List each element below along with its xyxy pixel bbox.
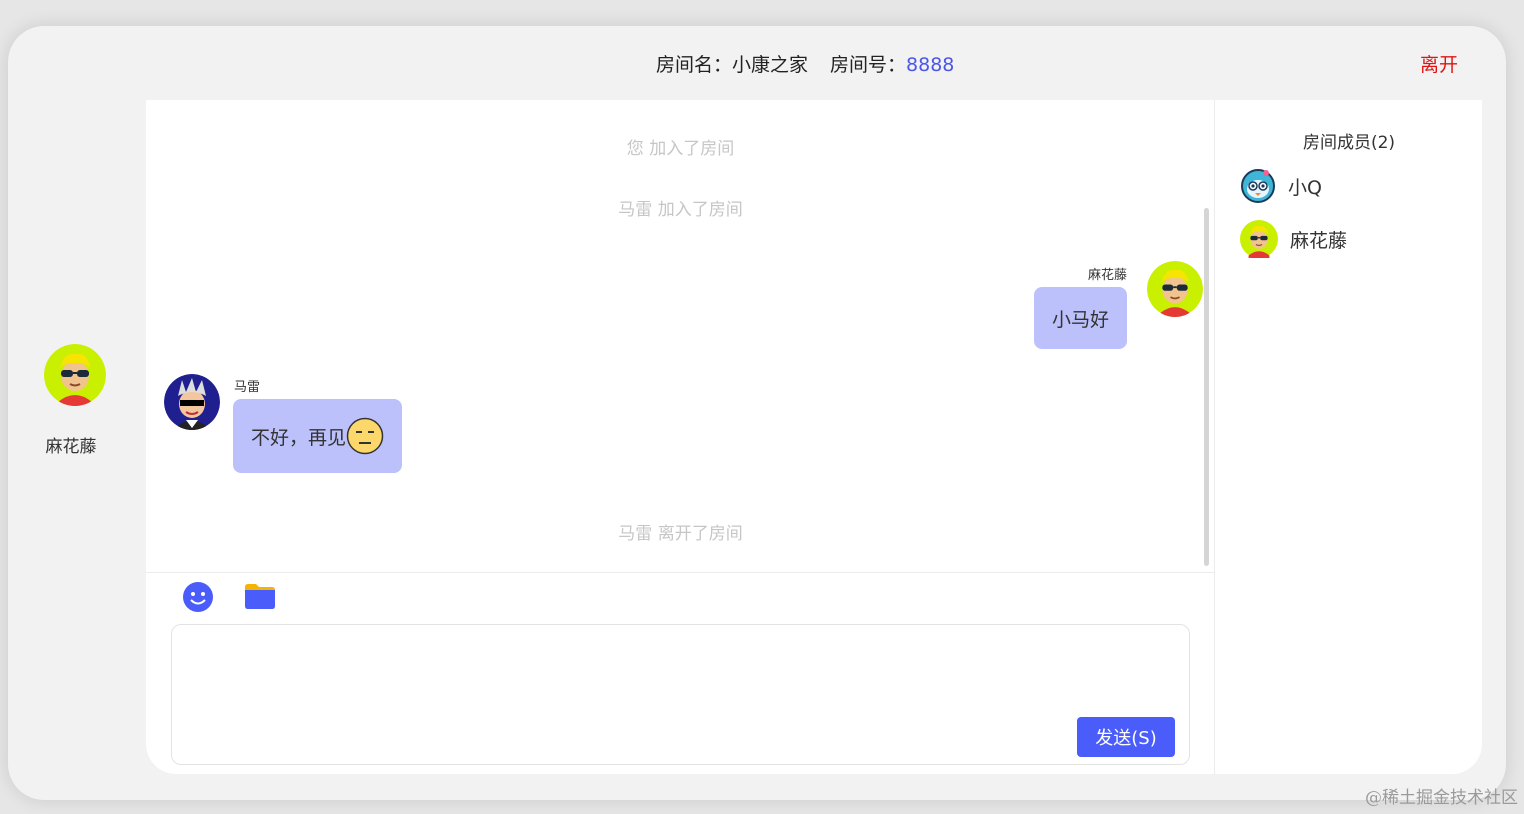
scrollbar[interactable] — [1204, 208, 1209, 566]
message-input[interactable]: 发送(S) — [171, 624, 1190, 765]
outgoing-sender-name: 麻花藤 — [1087, 268, 1127, 283]
glasses-boy-avatar-icon[interactable] — [44, 344, 106, 406]
member-name: 麻花藤 — [1290, 229, 1348, 252]
expressionless-emoji-icon — [346, 417, 384, 455]
chat-window: 房间名：小康之家 房间号：8888 离开 麻花藤 您 加入了房间 马雷 加入了房间 — [8, 26, 1506, 800]
room-name: 小康之家 — [732, 54, 809, 76]
member-sidebar: 房间成员(2) 小Q 麻花藤 — [1216, 100, 1482, 774]
folder-icon[interactable] — [244, 581, 276, 615]
self-profile: 麻花藤 — [44, 344, 108, 457]
robot-bird-avatar-icon — [1241, 169, 1275, 203]
members-title: 房间成员(2) — [1302, 133, 1396, 153]
system-message: 马雷 加入了房间 — [618, 200, 743, 220]
header-bar: 房间名：小康之家 房间号：8888 离开 — [8, 26, 1506, 100]
send-button[interactable]: 发送(S) — [1077, 717, 1175, 757]
message-list: 您 加入了房间 马雷 加入了房间 麻花藤 小马好 马雷 不好，再见 马雷 离开了… — [146, 100, 1215, 572]
outgoing-message-bubble[interactable]: 小马好 — [1033, 287, 1127, 349]
room-id-label: 房间号： — [830, 54, 907, 76]
room-name-label: 房间名： — [656, 54, 733, 76]
composer-toolbar — [146, 572, 1215, 622]
message-text: 不好，再见 — [251, 426, 347, 449]
message-text: 小马好 — [1051, 308, 1109, 331]
member-item[interactable]: 麻花藤 — [1240, 220, 1347, 258]
glasses-boy-avatar-icon[interactable] — [1147, 261, 1203, 317]
member-item[interactable]: 小Q — [1240, 168, 1322, 204]
system-message: 您 加入了房间 — [626, 139, 735, 159]
leave-button[interactable]: 离开 — [1420, 50, 1458, 77]
smiley-icon[interactable] — [182, 581, 214, 617]
watermark: @稀土掘金技术社区 — [1365, 788, 1518, 808]
self-name: 麻花藤 — [45, 437, 97, 457]
glasses-boy-avatar-icon — [1240, 220, 1278, 258]
incoming-message-bubble[interactable]: 不好，再见 — [233, 399, 403, 473]
room-info: 房间名：小康之家 房间号：8888 — [656, 50, 954, 77]
cool-sunglasses-avatar-icon[interactable] — [164, 374, 220, 430]
room-id: 8888 — [906, 54, 955, 76]
member-name: 小Q — [1288, 176, 1322, 199]
system-message: 马雷 离开了房间 — [618, 524, 743, 544]
chat-area: 您 加入了房间 马雷 加入了房间 麻花藤 小马好 马雷 不好，再见 马雷 离开了… — [146, 100, 1215, 774]
incoming-sender-name: 马雷 — [234, 380, 261, 395]
main-panel: 您 加入了房间 马雷 加入了房间 麻花藤 小马好 马雷 不好，再见 马雷 离开了… — [146, 100, 1482, 774]
